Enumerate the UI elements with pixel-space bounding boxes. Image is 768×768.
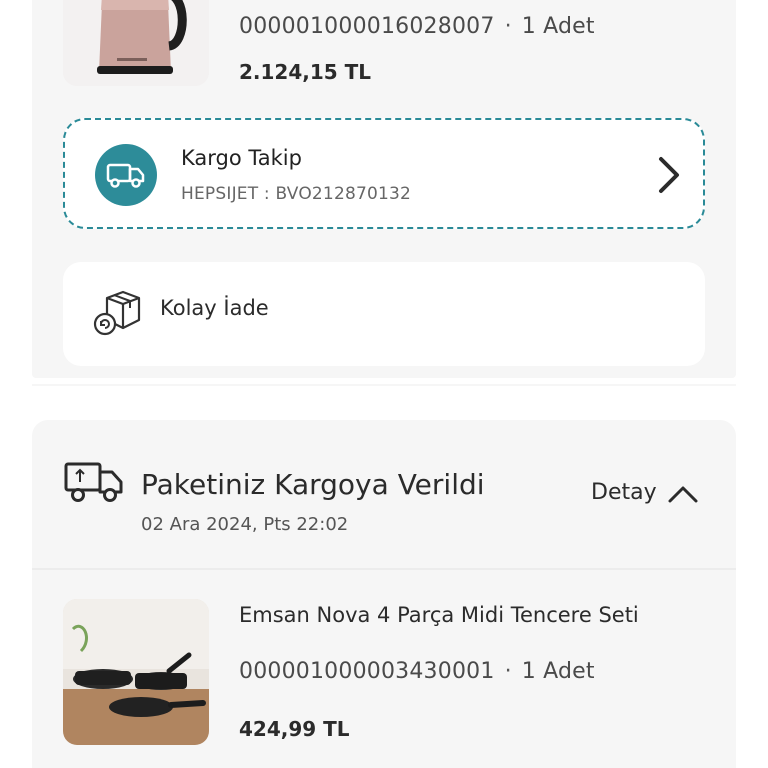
product-name: Emsan Nova 4 Parça Midi Tencere Seti xyxy=(239,603,639,627)
cargo-tracking-number: HEPSIJET : BVO212870132 xyxy=(181,184,412,204)
cargo-tracking-button[interactable]: Kargo Takip HEPSIJET : BVO212870132 xyxy=(63,118,705,229)
chevron-up-icon[interactable] xyxy=(667,484,699,508)
truck-icon xyxy=(64,460,124,508)
product-qty: 1 Adet xyxy=(521,14,595,39)
detail-toggle-button[interactable]: Detay xyxy=(591,480,657,505)
product-price: 2.124,15 TL xyxy=(239,60,372,84)
product-code-line: 000001000003430001 · 1 Adet xyxy=(239,659,595,684)
product-image-kettle[interactable] xyxy=(63,0,209,86)
easy-return-label: Kolay İade xyxy=(160,296,269,320)
product-code: 000001000016028007 xyxy=(239,14,495,39)
kettle-icon xyxy=(63,0,209,86)
return-box-icon xyxy=(93,290,141,340)
cargo-tracking-title: Kargo Takip xyxy=(181,146,302,170)
divider xyxy=(32,568,736,570)
truck-icon xyxy=(95,144,157,206)
separator-dot: · xyxy=(504,14,512,39)
product-code: 000001000003430001 xyxy=(239,659,495,684)
cookware-icon xyxy=(63,599,209,745)
shipment-date: 02 Ara 2024, Pts 22:02 xyxy=(141,514,349,535)
separator-dot: · xyxy=(504,659,512,684)
product-qty: 1 Adet xyxy=(521,659,595,684)
chevron-right-icon xyxy=(657,156,681,198)
shipment-status-title: Paketiniz Kargoya Verildi xyxy=(141,468,485,501)
product-price: 424,99 TL xyxy=(239,717,350,741)
easy-return-button[interactable]: Kolay İade xyxy=(63,262,705,366)
product-image-cookware[interactable] xyxy=(63,599,209,745)
product-code-line: 000001000016028007 · 1 Adet xyxy=(239,14,595,39)
divider xyxy=(32,384,736,386)
